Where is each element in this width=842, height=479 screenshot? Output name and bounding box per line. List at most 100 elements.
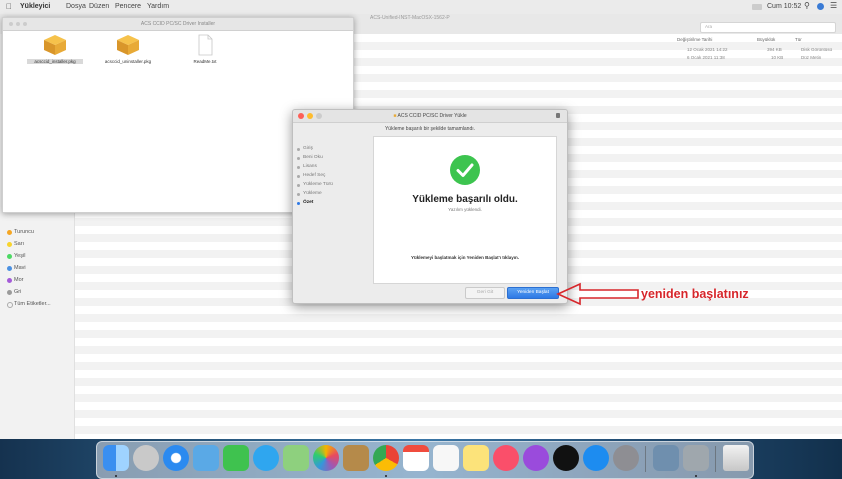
sidebar-tag-green[interactable]: Yeşil <box>7 253 25 259</box>
checkmark-icon <box>456 163 474 177</box>
dialog-title: ACS CCID PC/SC Driver Yükle <box>397 113 467 119</box>
restart-button[interactable]: Yeniden Başlat <box>507 287 559 299</box>
preview-icon[interactable] <box>653 445 679 471</box>
tag-dot <box>7 230 12 235</box>
tag-dot <box>7 278 12 283</box>
column-date[interactable]: Değiştirilme Tarihi <box>677 37 712 42</box>
facetime-icon[interactable] <box>223 445 249 471</box>
tag-label: Tüm Etiketler... <box>14 301 51 307</box>
all-tags-icon <box>7 302 13 308</box>
tag-label: Sarı <box>14 241 25 247</box>
safari-icon[interactable] <box>163 445 189 471</box>
step-dot <box>297 192 300 196</box>
running-indicator <box>115 475 117 477</box>
success-title: Yükleme başarılı oldu. <box>412 194 518 205</box>
column-size[interactable]: Büyüklük <box>757 37 775 42</box>
reminders-icon[interactable] <box>433 445 459 471</box>
tag-dot <box>7 266 12 271</box>
search-input[interactable]: Ara <box>700 22 836 33</box>
dock <box>96 441 754 479</box>
menu-bar:  Yükleyici Dosya Düzen Pencere Yardım C… <box>0 0 842 15</box>
tv-icon[interactable] <box>553 445 579 471</box>
document-icon <box>198 34 213 56</box>
battery-icon[interactable] <box>752 4 762 10</box>
success-subtitle: Yazılım yüklendi. <box>448 207 482 212</box>
notes-icon[interactable] <box>463 445 489 471</box>
podcasts-icon[interactable] <box>523 445 549 471</box>
chrome-icon[interactable] <box>373 445 399 471</box>
dialog-subtitle: Yükleme başarılı bir şekilde tamamlandı. <box>384 126 476 132</box>
finder-icon[interactable] <box>103 445 129 471</box>
menu-window[interactable]: Pencere <box>115 3 141 10</box>
step-label: Yükleme <box>303 191 322 196</box>
menu-edit[interactable]: Düzen <box>89 3 109 10</box>
finder-title: ACS-Unified-INST-MacOSX-1562-P <box>370 15 450 21</box>
mail-icon[interactable] <box>193 445 219 471</box>
step-license: Lisans <box>297 164 317 169</box>
apple-icon[interactable]:  <box>6 2 12 11</box>
step-intro: Giriş <box>297 146 313 151</box>
tag-dot <box>7 242 12 247</box>
step-dot <box>297 201 300 205</box>
system-preferences-icon[interactable] <box>613 445 639 471</box>
menu-file[interactable]: Dosya <box>66 3 86 10</box>
siri-icon[interactable] <box>817 3 824 10</box>
sidebar-tag-purple[interactable]: Mor <box>7 277 24 283</box>
sidebar-tag-yellow[interactable]: Sarı <box>7 241 25 247</box>
dialog-titlebar: ■ ACS CCID PC/SC Driver Yükle <box>293 110 567 123</box>
trash-icon[interactable] <box>723 445 749 471</box>
control-center-icon[interactable]: ☰ <box>830 1 837 10</box>
step-label: Hedef Seç <box>303 173 326 178</box>
step-label: Lisans <box>303 164 317 169</box>
step-dot <box>297 183 300 187</box>
messages-icon[interactable] <box>253 445 279 471</box>
sidebar-tag-gray[interactable]: Gri <box>7 289 21 295</box>
installer-dialog: ■ ACS CCID PC/SC Driver Yükle Yükleme ba… <box>292 109 568 304</box>
minimize-button[interactable] <box>16 22 20 26</box>
menu-installer[interactable]: Yükleyici <box>20 3 50 10</box>
row-size: 394 KB <box>767 47 782 52</box>
music-icon[interactable] <box>493 445 519 471</box>
close-button[interactable] <box>298 113 304 119</box>
maps-icon[interactable] <box>283 445 309 471</box>
step-installation: Yükleme <box>297 191 322 196</box>
sidebar-tag-blue[interactable]: Mavi <box>7 265 26 271</box>
photos-icon[interactable] <box>313 445 339 471</box>
step-label: Özet <box>303 200 314 205</box>
file-label: ReadMe.txt <box>193 59 217 64</box>
file-label: acsccid_installer.pkg <box>27 59 83 64</box>
zoom-button[interactable] <box>316 113 322 119</box>
package-icon <box>44 35 66 55</box>
minimize-button[interactable] <box>307 113 313 119</box>
tag-label: Mor <box>14 277 24 283</box>
annotation-text: yeniden başlatınız <box>641 287 749 301</box>
row-date: 6 Ocak 2021 11:38 <box>687 55 725 60</box>
clock[interactable]: Cum 10:52 <box>767 3 801 10</box>
close-button[interactable] <box>9 22 13 26</box>
sidebar-all-tags[interactable]: Tüm Etiketler... <box>7 301 51 308</box>
running-indicator <box>695 475 697 477</box>
tag-dot <box>7 290 12 295</box>
column-kind[interactable]: Tür <box>795 37 802 42</box>
package-window-titlebar: ACS CCID PC/SC Driver Installer <box>3 18 353 31</box>
menu-help[interactable]: Yardım <box>147 3 169 10</box>
package-window-title: ACS CCID PC/SC Driver Installer <box>140 21 216 27</box>
sidebar-tag-orange[interactable]: Turuncu <box>7 229 34 235</box>
calendar-icon[interactable] <box>403 445 429 471</box>
back-button[interactable]: Geri Git <box>465 287 505 299</box>
summary-panel: Yükleme başarılı oldu. Yazılım yüklendi.… <box>373 136 557 284</box>
row-date: 12 Ocak 2021 14:22 <box>687 47 728 52</box>
contacts-icon[interactable] <box>343 445 369 471</box>
launchpad-icon[interactable] <box>133 445 159 471</box>
spotlight-icon[interactable]: ⚲ <box>804 1 810 10</box>
zoom-button[interactable] <box>23 22 27 26</box>
appstore-icon[interactable] <box>583 445 609 471</box>
step-dot <box>297 147 300 151</box>
tag-dot <box>7 254 12 259</box>
lock-icon <box>556 113 560 118</box>
step-dot <box>297 165 300 169</box>
step-label: Giriş <box>303 146 313 151</box>
step-label: Yükleme Türü <box>303 182 333 187</box>
step-install-type: Yükleme Türü <box>297 182 333 187</box>
installer-icon[interactable] <box>683 445 709 471</box>
